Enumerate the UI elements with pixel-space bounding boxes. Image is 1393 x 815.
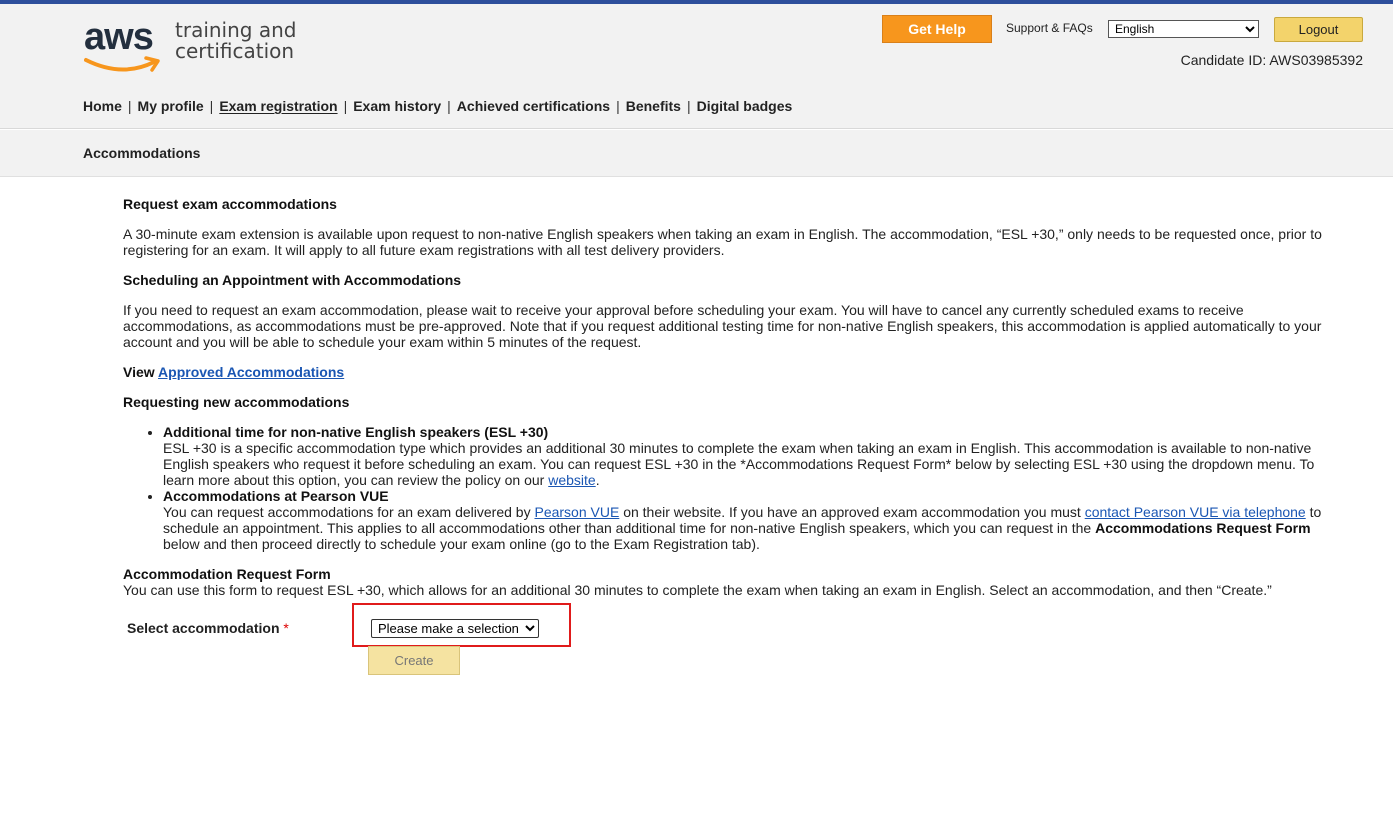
approved-accommodations-link[interactable]: Approved Accommodations [158,364,344,380]
heading-request-accommodations: Request exam accommodations [123,196,337,212]
form-label-text: Select accommodation [127,620,280,636]
view-prefix: View [123,364,155,380]
aws-logo[interactable]: aws training and certification [84,18,304,78]
nav-separator: | [616,98,620,114]
language-select[interactable]: English [1108,20,1259,38]
list-item: Accommodations at Pearson VUE You can re… [163,488,1333,552]
nav-benefits[interactable]: Benefits [626,98,681,114]
nav-home[interactable]: Home [83,98,122,114]
select-accommodation-label: Select accommodation * [127,620,289,636]
nav-digital-badges[interactable]: Digital badges [697,98,793,114]
esl-intro-text: A 30-minute exam extension is available … [123,226,1322,258]
required-asterisk: * [283,620,289,636]
accommodation-select[interactable]: Please make a selection [371,619,539,638]
website-link[interactable]: website [548,472,595,488]
nav-separator: | [343,98,348,114]
pearson-vue-link[interactable]: Pearson VUE [534,504,619,520]
main-content: Request exam accommodations A 30-minute … [123,196,1333,598]
contact-pearson-link[interactable]: contact Pearson VUE via telephone [1085,504,1306,520]
smile-arrow-icon [84,56,160,72]
pearson-text-2: on their website. If you have an approve… [623,504,1081,520]
period: . [595,472,600,488]
support-faqs-link[interactable]: Support & FAQs [1006,21,1093,35]
pearson-text-4: below and then proceed directly to sched… [163,536,760,552]
pearson-text-1: You can request accommodations for an ex… [163,504,531,520]
view-approved-row: View Approved Accommodations [123,364,1333,380]
page-subheader: Accommodations [0,130,1393,177]
nav-separator: | [127,98,132,114]
main-nav: Home | My profile | Exam registration | Exam h… [83,98,792,114]
nav-exam-history[interactable]: Exam history [353,98,441,114]
heading-requesting-new: Requesting new accommodations [123,394,350,410]
nav-separator: | [686,98,691,114]
nav-my-profile[interactable]: My profile [138,98,204,114]
create-button[interactable]: Create [368,646,460,675]
scheduling-text: If you need to request an exam accommoda… [123,302,1322,350]
header: aws training and certification Get Help … [0,4,1393,129]
page-title: Accommodations [83,145,201,161]
pearson-bold-form: Accommodations Request Form [1095,520,1311,536]
request-form-text: You can use this form to request ESL +30… [123,582,1272,598]
accommodation-types-list: Additional time for non-native English s… [123,424,1333,552]
nav-exam-registration[interactable]: Exam registration [219,98,337,114]
esl-title: Additional time for non-native English s… [163,424,549,440]
nav-achieved-certifications[interactable]: Achieved certifications [457,98,610,114]
nav-separator: | [447,98,451,114]
nav-separator: | [209,98,214,114]
list-item: Additional time for non-native English s… [163,424,1333,488]
logo-tagline: training and certification [175,18,297,63]
logo-word: aws [84,16,154,58]
heading-scheduling: Scheduling an Appointment with Accommoda… [123,272,462,288]
pearson-title: Accommodations at Pearson VUE [163,488,389,504]
heading-request-form: Accommodation Request Form [123,566,331,582]
logout-button[interactable]: Logout [1274,17,1363,42]
get-help-button[interactable]: Get Help [882,15,992,43]
esl-description: ESL +30 is a specific accommodation type… [163,440,1315,488]
candidate-id: Candidate ID: AWS03985392 [1180,52,1363,68]
